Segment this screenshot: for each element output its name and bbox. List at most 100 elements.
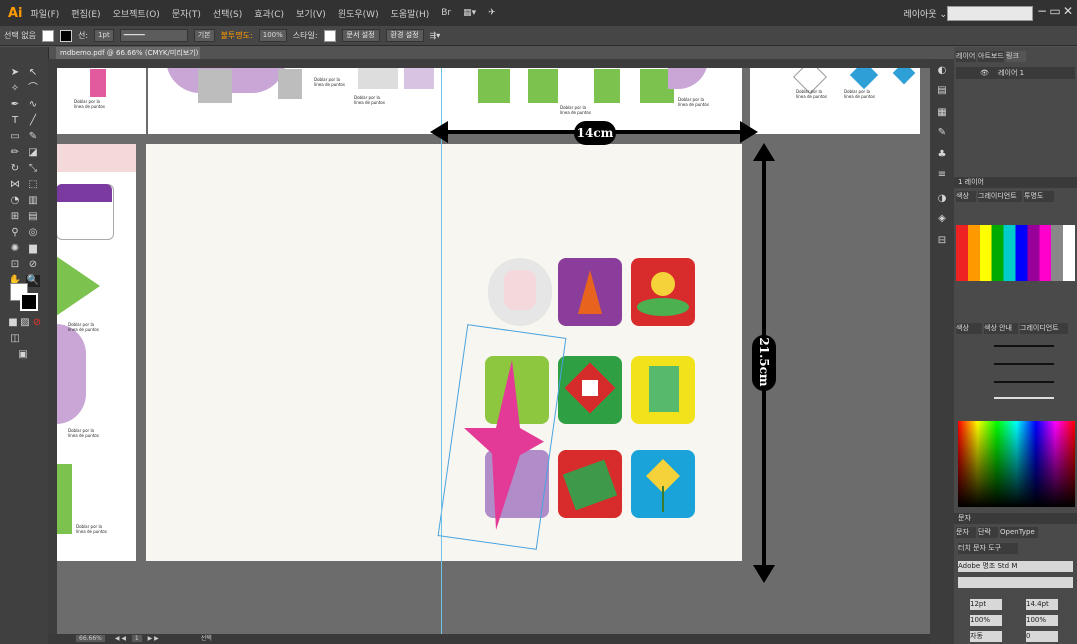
bridge-icon[interactable]: Br — [441, 8, 451, 18]
menu-effect[interactable]: 효과(C) — [254, 7, 284, 20]
rectangle-tool-icon[interactable]: ▭ — [8, 131, 22, 143]
symbols-panel-icon[interactable]: ♣ — [935, 149, 949, 161]
tracking-field[interactable]: 0 — [1026, 631, 1058, 642]
stroke-panel-icon[interactable]: ≡ — [935, 169, 949, 181]
perspective-grid-tool-icon[interactable]: ▥ — [26, 195, 40, 207]
zoom-field[interactable]: 66.66% — [76, 635, 105, 642]
zoom-tool-icon[interactable]: 🔍 — [26, 275, 40, 287]
tab-artboards[interactable]: 아트보드 — [978, 51, 1004, 62]
brush-definition[interactable]: 기본 — [193, 29, 215, 42]
font-family-select[interactable]: Adobe 명조 Std M — [958, 561, 1073, 572]
menu-window[interactable]: 윈도우(W) — [338, 7, 379, 20]
curvature-tool-icon[interactable]: ∿ — [26, 99, 40, 111]
paintbrush-tool-icon[interactable]: ✎ — [26, 131, 40, 143]
tab-gradient-2[interactable]: 그레이디언트 — [1020, 323, 1068, 334]
pencil-tool-icon[interactable]: ✏ — [8, 147, 22, 159]
gpu-performance-icon[interactable]: ✈ — [488, 8, 496, 18]
lasso-tool-icon[interactable]: ⌒ — [26, 83, 40, 95]
status-mode[interactable]: 선택 — [201, 635, 212, 642]
font-size-field[interactable]: 12pt — [970, 599, 1002, 610]
line-tool-icon[interactable]: ╱ — [26, 115, 40, 127]
tab-gradient[interactable]: 그레이디언트 — [978, 191, 1022, 202]
stroke-weight-field[interactable]: 1pt — [94, 29, 114, 42]
tab-color-guide[interactable]: 색상 안내 — [984, 323, 1018, 334]
screen-mode-icon[interactable]: ▣ — [16, 349, 30, 361]
tab-transparency[interactable]: 투명도 — [1024, 191, 1054, 202]
arrange-documents-icon[interactable]: ▦▾ — [463, 8, 476, 18]
gradient-tool-icon[interactable]: ▤ — [26, 211, 40, 223]
search-input[interactable] — [947, 6, 1033, 21]
appearance-panel-icon[interactable]: ◈ — [935, 213, 949, 225]
transparency-panel-icon[interactable]: ◑ — [935, 193, 949, 205]
color-slider-y[interactable] — [994, 381, 1054, 383]
slice-tool-icon[interactable]: ⊘ — [26, 259, 40, 271]
menu-view[interactable]: 보기(V) — [296, 7, 326, 20]
fill-swatch[interactable] — [41, 29, 54, 42]
minimize-button[interactable]: − — [1035, 4, 1049, 18]
eyedropper-tool-icon[interactable]: ⚲ — [8, 227, 22, 239]
horizontal-ruler[interactable] — [48, 59, 930, 68]
menu-select[interactable]: 선택(S) — [213, 7, 242, 20]
preferences-button[interactable]: 환경 설정 — [385, 29, 424, 42]
none-mode-icon[interactable]: ⊘ — [30, 317, 44, 329]
width-tool-icon[interactable]: ⋈ — [8, 179, 22, 191]
stroke-swatch[interactable] — [59, 29, 72, 42]
rotate-tool-icon[interactable]: ↻ — [8, 163, 22, 175]
touch-type-button[interactable]: 터치 문자 도구 — [958, 543, 1018, 554]
stroke-color-box[interactable] — [20, 293, 38, 311]
mesh-tool-icon[interactable]: ⊞ — [8, 211, 22, 223]
menu-file[interactable]: 파일(F) — [31, 7, 60, 20]
tab-character[interactable]: 문자 — [956, 527, 976, 538]
eye-icon[interactable]: 👁 — [980, 69, 989, 77]
vertical-ruler[interactable] — [48, 68, 57, 634]
horizontal-scale-field[interactable]: 100% — [1026, 615, 1058, 626]
artboard-navigation-icon[interactable]: ◀ ◀ — [115, 635, 126, 642]
align-panel-icon[interactable]: ⊟ — [935, 235, 949, 247]
scale-tool-icon[interactable]: ⤡ — [26, 163, 40, 175]
opacity-field[interactable]: 100% — [258, 29, 287, 42]
artboard-forward-icon[interactable]: ▶ ▶ — [148, 635, 159, 642]
artboard-number-field[interactable]: 1 — [131, 635, 142, 642]
tab-opentype[interactable]: OpenType — [1000, 527, 1038, 538]
tab-layers[interactable]: 레이어 — [956, 51, 976, 62]
tab-color[interactable]: 색상 — [956, 191, 976, 202]
graphic-style-swatch[interactable] — [323, 29, 336, 42]
graph-tool-icon[interactable]: ▆ — [26, 243, 40, 255]
blend-tool-icon[interactable]: ◎ — [26, 227, 40, 239]
selection-tool-icon[interactable]: ➤ — [8, 67, 22, 79]
magic-wand-tool-icon[interactable]: ✧ — [8, 83, 22, 95]
document-tab[interactable]: mdbemo.pdf @ 66.66% (CMYK/미리보기) × — [56, 47, 200, 69]
maximize-button[interactable]: ▭ — [1048, 4, 1062, 18]
tab-links[interactable]: 링크 — [1006, 51, 1026, 62]
menu-edit[interactable]: 편집(E) — [71, 7, 100, 20]
free-transform-tool-icon[interactable]: ⬚ — [26, 179, 40, 191]
pen-tool-icon[interactable]: ✒ — [8, 99, 22, 111]
canvas-area[interactable]: Doblar por la línea de puntos Doblar por… — [48, 59, 930, 634]
draw-mode-icon[interactable]: ◫ — [8, 333, 22, 345]
tab-color-2[interactable]: 색상 — [956, 323, 982, 334]
menu-type[interactable]: 문자(T) — [172, 7, 201, 20]
arrange-icon[interactable]: ⇶▾ — [430, 31, 441, 40]
artboard-tool-icon[interactable]: ⊡ — [8, 259, 22, 271]
variable-width-profile[interactable]: ━━━━━ — [119, 29, 188, 42]
color-spectrum[interactable] — [958, 421, 1075, 507]
direct-selection-tool-icon[interactable]: ↖ — [26, 67, 40, 79]
menu-object[interactable]: 오브젝트(O) — [113, 7, 160, 20]
close-button[interactable]: ✕ — [1061, 4, 1075, 18]
color-slider-k[interactable] — [994, 397, 1054, 399]
workspace-switcher[interactable]: 레이아웃 ⌄ — [903, 7, 947, 20]
layer-row[interactable]: 👁 레이어 1 — [956, 67, 1075, 79]
opacity-label[interactable]: 불투명도: — [221, 30, 253, 41]
color-guide-icon[interactable]: ▤ — [935, 85, 949, 97]
vertical-scale-field[interactable]: 100% — [970, 615, 1002, 626]
font-style-select[interactable] — [958, 577, 1073, 588]
kerning-field[interactable]: 자동 — [970, 631, 1002, 642]
brushes-panel-icon[interactable]: ✎ — [935, 127, 949, 139]
type-tool-icon[interactable]: T — [8, 115, 22, 127]
menu-help[interactable]: 도움말(H) — [391, 7, 430, 20]
swatch-grid[interactable] — [956, 225, 1075, 281]
tab-paragraph[interactable]: 단락 — [978, 527, 998, 538]
symbol-sprayer-tool-icon[interactable]: ✺ — [8, 243, 22, 255]
swatches-panel-icon[interactable]: ▦ — [935, 107, 949, 119]
leading-field[interactable]: 14.4pt — [1026, 599, 1058, 610]
